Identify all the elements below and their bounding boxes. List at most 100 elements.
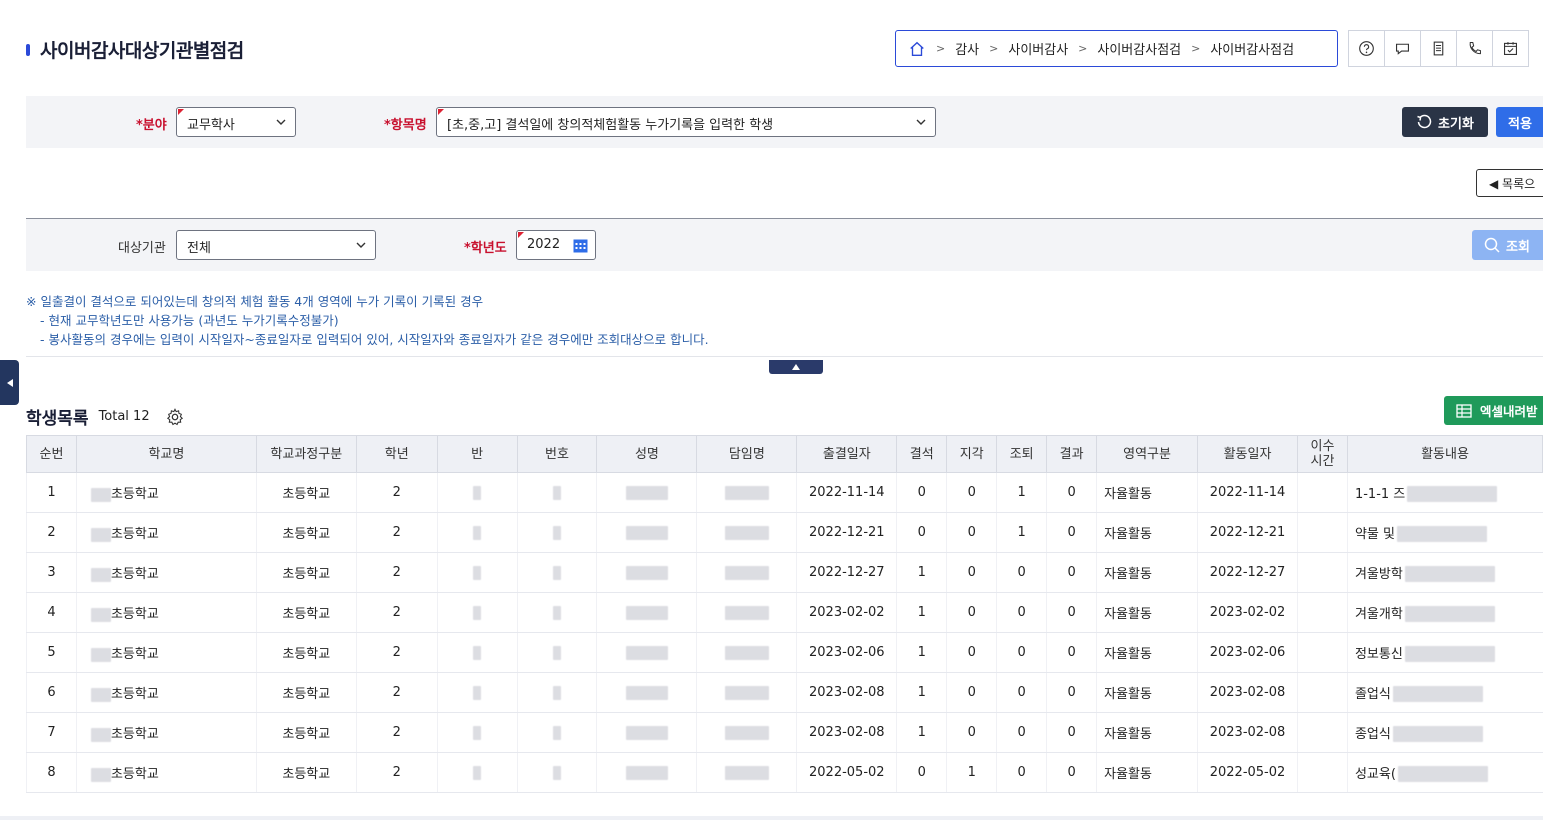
notice-line-2: - 현재 교무학년도만 사용가능 (과년도 누가기록수정불가) bbox=[40, 313, 339, 328]
cell-no: 2 bbox=[26, 512, 77, 553]
cell-area: 자율활동 bbox=[1096, 592, 1198, 633]
target-select[interactable]: 전체 bbox=[176, 230, 376, 260]
column-header[interactable]: 담임명 bbox=[696, 435, 798, 473]
document-icon bbox=[1433, 41, 1444, 56]
redacted-value bbox=[553, 725, 562, 740]
sidebar-toggle-button[interactable] bbox=[0, 360, 19, 405]
cell-late: 0 bbox=[946, 592, 997, 633]
table-row[interactable]: 5 초등학교 초등학교 2 2023-02-06 1 0 0 0 자율활동 2023-02-06 정보… bbox=[26, 632, 1543, 673]
cell-grade: 2 bbox=[355, 632, 438, 673]
reset-button-label: 초기화 bbox=[1438, 116, 1474, 132]
redacted-value bbox=[724, 605, 769, 620]
table-row[interactable]: 3 초등학교 초등학교 2 2022-12-27 1 0 0 0 자율활동 2022-12-27 겨울… bbox=[26, 552, 1543, 593]
cell-teacher bbox=[696, 712, 797, 753]
redacted-value bbox=[724, 565, 769, 580]
breadcrumb-item-1[interactable]: 감사 bbox=[955, 39, 979, 58]
breadcrumb-separator: > bbox=[1078, 42, 1088, 55]
table-row[interactable]: 6 초등학교 초등학교 2 2023-02-08 1 0 0 0 자율활동 2023-02-08 졸업… bbox=[26, 672, 1543, 713]
table-row[interactable]: 8 초등학교 초등학교 2 2022-05-02 0 1 0 0 자율활동 2022-05-02 성교… bbox=[26, 752, 1543, 793]
redacted-value bbox=[724, 765, 769, 780]
column-header[interactable]: 활동일자 bbox=[1197, 435, 1298, 473]
school-name: 초등학교 bbox=[110, 727, 159, 742]
search-button-label: 조회 bbox=[1506, 239, 1530, 255]
cell-activity-content: 겨울방학 bbox=[1346, 552, 1543, 593]
breadcrumb: > 감사 > 사이버감사 > 사이버감사점검 > 사이버감사점검 bbox=[895, 30, 1338, 67]
help-button[interactable] bbox=[1349, 31, 1385, 66]
redacted-value bbox=[473, 725, 482, 740]
cell-hours bbox=[1297, 632, 1348, 673]
help-icon bbox=[1359, 41, 1374, 56]
cell-absent: 1 bbox=[896, 712, 947, 753]
cell-activity-content: 겨울개학 bbox=[1346, 592, 1543, 633]
year-input[interactable]: 2022 bbox=[516, 230, 596, 260]
column-header[interactable]: 성명 bbox=[596, 435, 698, 473]
column-header[interactable]: 반 bbox=[436, 435, 518, 473]
column-header[interactable]: 영역구분 bbox=[1096, 435, 1199, 473]
document-button[interactable] bbox=[1421, 31, 1457, 66]
redacted-value bbox=[1397, 766, 1488, 783]
column-header[interactable]: 학년 bbox=[355, 435, 438, 473]
table-row[interactable]: 7 초등학교 초등학교 2 2023-02-08 1 0 0 0 자율활동 2023-02-08 종업… bbox=[26, 712, 1543, 753]
cell-activity-date: 2022-12-21 bbox=[1197, 512, 1298, 553]
redacted-value bbox=[90, 727, 111, 742]
breadcrumb-separator: > bbox=[1191, 42, 1201, 55]
column-header[interactable]: 지각 bbox=[946, 435, 998, 473]
column-header[interactable]: 조퇴 bbox=[996, 435, 1048, 473]
cell-course: 초등학교 bbox=[255, 712, 357, 753]
cell-activity-date: 2022-05-02 bbox=[1197, 752, 1298, 793]
table-row[interactable]: 1 초등학교 초등학교 2 2022-11-14 0 0 1 0 자율활동 2022-11-14 1-… bbox=[26, 472, 1543, 513]
cell-teacher bbox=[696, 512, 797, 553]
column-header[interactable]: 순번 bbox=[26, 435, 77, 473]
column-header[interactable]: 활동내용 bbox=[1346, 435, 1543, 473]
redacted-value bbox=[90, 767, 111, 782]
back-to-list-button[interactable]: ◀ 목록으 bbox=[1476, 169, 1543, 197]
breadcrumb-item-3[interactable]: 사이버감사점검 bbox=[1097, 39, 1181, 58]
cell-result: 0 bbox=[1046, 592, 1097, 633]
excel-download-button[interactable]: 엑셀내려받 bbox=[1444, 396, 1543, 425]
redacted-value bbox=[473, 605, 482, 620]
cell-area: 자율활동 bbox=[1096, 552, 1198, 593]
collapse-filter-button[interactable] bbox=[769, 360, 823, 374]
column-header[interactable]: 이수시간 bbox=[1297, 435, 1348, 473]
cell-late: 0 bbox=[946, 632, 997, 673]
cell-number bbox=[516, 712, 597, 753]
cell-absent: 1 bbox=[896, 632, 947, 673]
title-accent-bar bbox=[26, 43, 30, 56]
cell-hours bbox=[1297, 552, 1348, 593]
calendar-check-button[interactable] bbox=[1493, 31, 1529, 66]
column-header[interactable]: 결과 bbox=[1046, 435, 1098, 473]
cell-name bbox=[596, 752, 697, 793]
redacted-value bbox=[473, 565, 482, 580]
cell-course: 초등학교 bbox=[255, 752, 357, 793]
column-header[interactable]: 결석 bbox=[896, 435, 948, 473]
cell-activity-content: 종업식 bbox=[1346, 712, 1543, 753]
chat-button[interactable] bbox=[1385, 31, 1421, 66]
cell-late: 0 bbox=[946, 552, 997, 593]
cell-school: 초등학교 bbox=[75, 632, 257, 673]
item-select[interactable]: [초,중,고] 결석일에 창의적체험활동 누가기록을 입력한 학생 bbox=[436, 107, 936, 137]
cell-early-leave: 0 bbox=[996, 632, 1047, 673]
home-icon[interactable] bbox=[908, 40, 926, 58]
field-select[interactable]: 교무학사 bbox=[176, 107, 296, 137]
column-header[interactable]: 출결일자 bbox=[796, 435, 898, 473]
reset-button[interactable]: 초기화 bbox=[1402, 107, 1488, 137]
redacted-value bbox=[1404, 606, 1495, 623]
table-row[interactable]: 4 초등학교 초등학교 2 2023-02-02 1 0 0 0 자율활동 2023-02-02 겨울… bbox=[26, 592, 1543, 633]
apply-button[interactable]: 적용 bbox=[1496, 107, 1543, 137]
cell-class bbox=[436, 552, 518, 593]
column-header[interactable]: 번호 bbox=[516, 435, 598, 473]
column-header[interactable]: 학교과정구분 bbox=[255, 435, 357, 473]
search-button[interactable]: 조회 bbox=[1472, 230, 1543, 260]
activity-content-text: 겨울방학 bbox=[1354, 566, 1403, 582]
table-row[interactable]: 2 초등학교 초등학교 2 2022-12-21 0 0 1 0 자율활동 2022-12-21 약물… bbox=[26, 512, 1543, 553]
cell-no: 5 bbox=[26, 632, 77, 673]
redacted-value bbox=[553, 565, 562, 580]
cell-class bbox=[436, 712, 518, 753]
gear-icon[interactable] bbox=[166, 407, 184, 426]
phone-button[interactable] bbox=[1457, 31, 1493, 66]
column-header[interactable]: 학교명 bbox=[75, 435, 257, 473]
breadcrumb-item-2[interactable]: 사이버감사 bbox=[1008, 39, 1068, 58]
cell-area: 자율활동 bbox=[1096, 712, 1198, 753]
calendar-icon[interactable] bbox=[572, 237, 589, 254]
school-name: 초등학교 bbox=[110, 647, 159, 662]
